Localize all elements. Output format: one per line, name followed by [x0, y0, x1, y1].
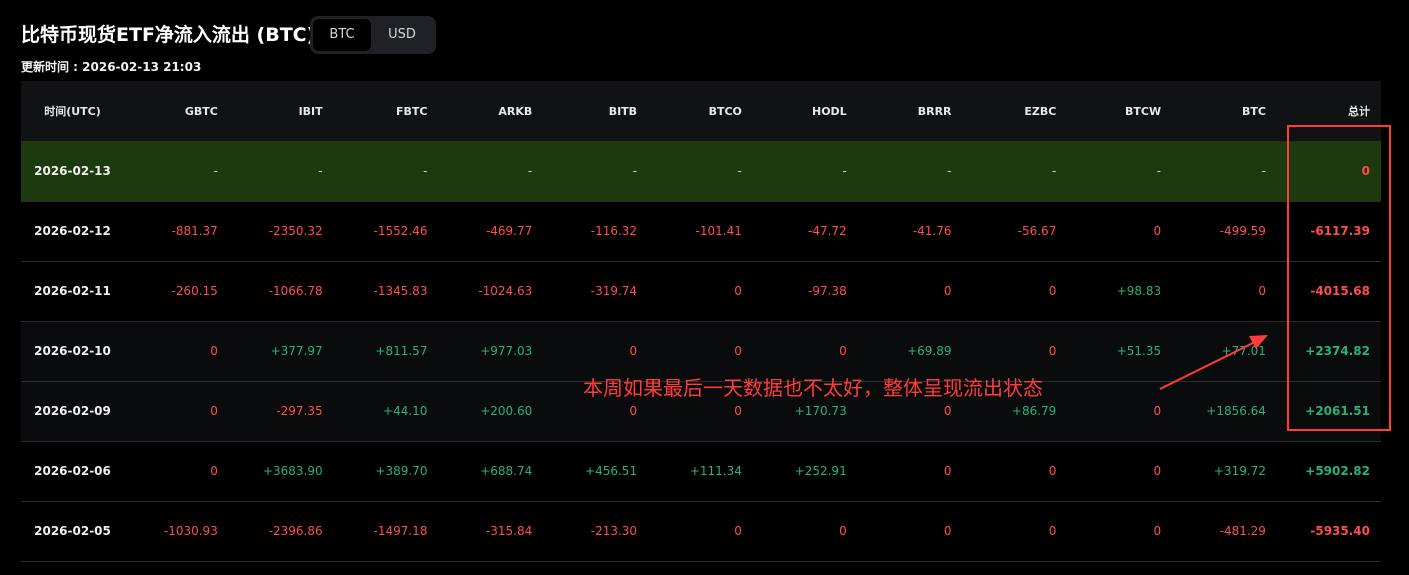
- annotation-text: 本周如果最后一天数据也不太好，整体呈现流出状态: [583, 376, 1043, 400]
- page: 比特币现货ETF净流入流出 (BTC) BTC USD 更新时间 : 2026-…: [0, 0, 1409, 575]
- annotation-arrow-icon: [1159, 335, 1268, 390]
